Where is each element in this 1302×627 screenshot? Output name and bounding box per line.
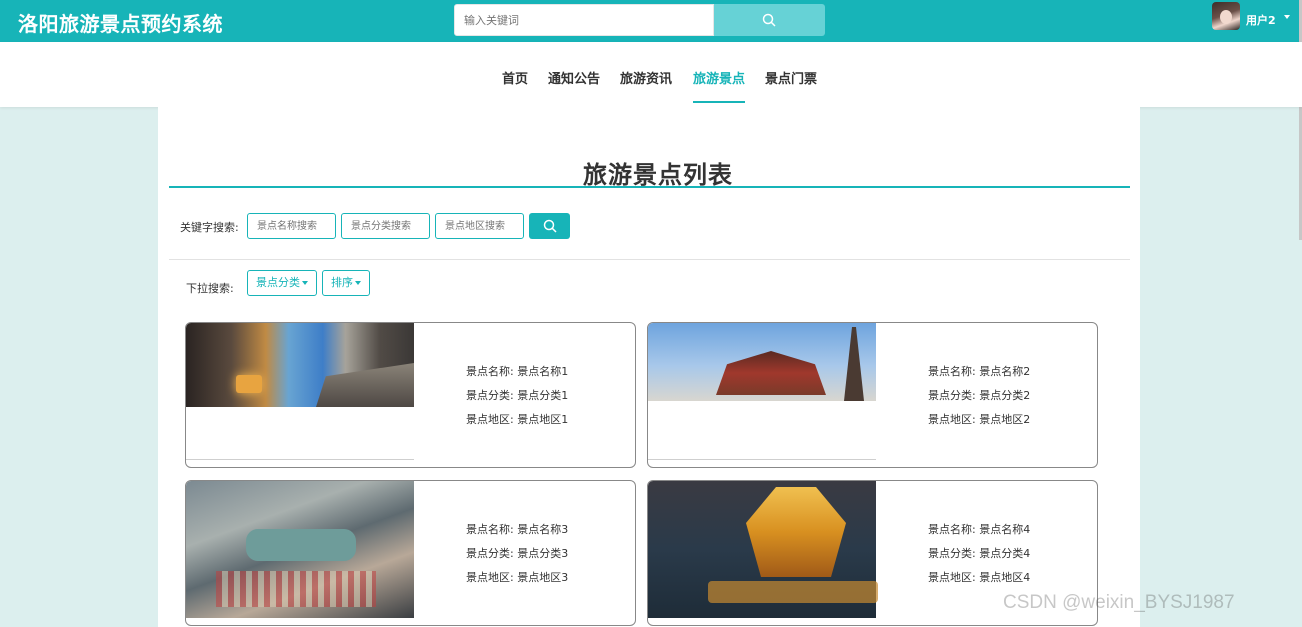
title-divider [169,186,1130,188]
header-search-button[interactable] [714,4,825,36]
attraction-name: 景点名称1 [517,365,569,378]
attraction-category-row: 景点分类: 景点分类1 [466,387,568,411]
nav-item-home[interactable]: 首页 [502,68,528,87]
attraction-region-row: 景点地区: 景点地区4 [928,569,1030,593]
attraction-name-search-input[interactable] [247,213,336,239]
top-bar: 洛阳旅游景点预约系统 用户2 [0,0,1302,42]
attraction-region-row: 景点地区: 景点地区1 [466,411,568,435]
attraction-name-label: 景点名称: [466,365,514,378]
main-nav: 首页 通知公告 旅游资讯 旅游景点 景点门票 [0,42,1302,107]
active-nav-indicator [693,101,745,103]
category-dropdown-label: 景点分类 [256,276,300,289]
filter-divider [169,259,1130,260]
attraction-name: 景点名称2 [979,365,1031,378]
attraction-category-label: 景点分类: [466,389,514,402]
attraction-category: 景点分类4 [979,547,1031,560]
nav-item-tickets[interactable]: 景点门票 [765,68,817,87]
attraction-region: 景点地区4 [979,571,1031,584]
attraction-name-row: 景点名称: 景点名称2 [928,363,1030,387]
attraction-info: 景点名称: 景点名称3 景点分类: 景点分类3 景点地区: 景点地区3 [466,521,568,593]
attraction-category-row: 景点分类: 景点分类2 [928,387,1030,411]
attraction-name-label: 景点名称: [928,365,976,378]
site-title[interactable]: 洛阳旅游景点预约系统 [18,8,223,37]
attraction-region-label: 景点地区: [466,571,514,584]
image-divider [648,459,876,460]
attraction-info: 景点名称: 景点名称1 景点分类: 景点分类1 景点地区: 景点地区1 [466,363,568,435]
attraction-region-search-input[interactable] [435,213,524,239]
header-search-input[interactable] [454,4,714,36]
search-icon [762,13,776,27]
nav-item-notices[interactable]: 通知公告 [548,68,600,87]
attraction-category-label: 景点分类: [466,547,514,560]
attraction-name-row: 景点名称: 景点名称3 [466,521,568,545]
attraction-category-row: 景点分类: 景点分类4 [928,545,1030,569]
attraction-category-label: 景点分类: [928,547,976,560]
attraction-region: 景点地区1 [517,413,569,426]
attraction-image[interactable] [186,481,414,618]
dropdown-search-label: 下拉搜索: [186,282,234,295]
sort-dropdown-label: 排序 [331,276,353,289]
attraction-name: 景点名称3 [517,523,569,536]
attraction-category: 景点分类1 [517,389,569,402]
attraction-name-label: 景点名称: [466,523,514,536]
attraction-region-row: 景点地区: 景点地区3 [466,569,568,593]
attraction-name-row: 景点名称: 景点名称1 [466,363,568,387]
csdn-watermark: CSDN @weixin_BYSJ1987 [1003,592,1235,613]
attraction-category-row: 景点分类: 景点分类3 [466,545,568,569]
keyword-search-button[interactable] [529,213,570,239]
attraction-region: 景点地区3 [517,571,569,584]
attraction-image[interactable] [648,323,876,401]
nav-item-travel-news[interactable]: 旅游资讯 [620,68,672,87]
attraction-card[interactable]: 景点名称: 景点名称1 景点分类: 景点分类1 景点地区: 景点地区1 [185,322,636,468]
page-title: 旅游景点列表 [583,161,733,189]
attraction-region-row: 景点地区: 景点地区2 [928,411,1030,435]
attraction-name: 景点名称4 [979,523,1031,536]
attraction-category: 景点分类3 [517,547,569,560]
user-avatar[interactable] [1212,2,1240,30]
attraction-region-label: 景点地区: [928,571,976,584]
attraction-category-label: 景点分类: [928,389,976,402]
search-icon [543,219,557,233]
main-content: 旅游景点列表 关键字搜索: 下拉搜索: 景点分类 排序 景点名称: 景点名称1 … [158,107,1140,627]
attraction-region: 景点地区2 [979,413,1031,426]
attraction-region-label: 景点地区: [466,413,514,426]
user-name[interactable]: 用户2 [1246,12,1276,28]
chevron-down-icon [355,281,361,285]
attraction-category: 景点分类2 [979,389,1031,402]
attraction-region-label: 景点地区: [928,413,976,426]
sort-dropdown[interactable]: 排序 [322,270,370,296]
chevron-down-icon [302,281,308,285]
nav-item-attractions[interactable]: 旅游景点 [693,68,745,87]
attraction-info: 景点名称: 景点名称4 景点分类: 景点分类4 景点地区: 景点地区4 [928,521,1030,593]
image-divider [186,459,414,460]
attraction-card[interactable]: 景点名称: 景点名称3 景点分类: 景点分类3 景点地区: 景点地区3 [185,480,636,626]
chevron-down-icon[interactable] [1284,15,1290,19]
attraction-image[interactable] [186,323,414,407]
attraction-card[interactable]: 景点名称: 景点名称2 景点分类: 景点分类2 景点地区: 景点地区2 [647,322,1098,468]
attraction-name-label: 景点名称: [928,523,976,536]
attraction-category-search-input[interactable] [341,213,430,239]
attraction-image[interactable] [648,481,878,618]
category-dropdown[interactable]: 景点分类 [247,270,317,296]
attraction-info: 景点名称: 景点名称2 景点分类: 景点分类2 景点地区: 景点地区2 [928,363,1030,435]
attraction-name-row: 景点名称: 景点名称4 [928,521,1030,545]
keyword-search-label: 关键字搜索: [180,221,239,234]
